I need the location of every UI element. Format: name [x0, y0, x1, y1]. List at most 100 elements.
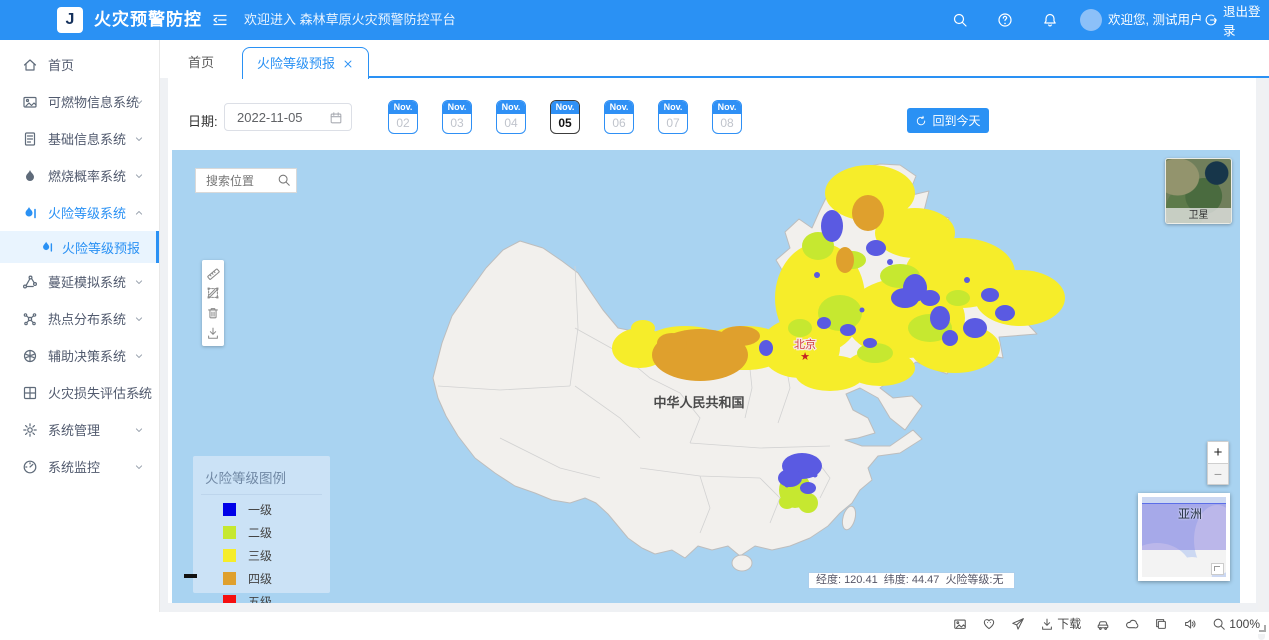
- sidebar-item-label: 系统管理: [48, 420, 100, 439]
- sidebar-item-label: 首页: [48, 55, 74, 74]
- legend-divider: [201, 494, 322, 495]
- chevron-down-icon: [133, 96, 145, 108]
- date-card-02[interactable]: Nov.02: [388, 100, 418, 134]
- welcome-text: 欢迎进入 森林草原火灾预警防控平台: [244, 0, 456, 40]
- overview-minimap[interactable]: 亚洲: [1138, 493, 1230, 581]
- sidebar-item-6[interactable]: 蔓延模拟系统: [0, 263, 159, 300]
- date-input[interactable]: [235, 109, 331, 126]
- logout-button[interactable]: 退出登录: [1204, 0, 1269, 40]
- date-card-06[interactable]: Nov.06: [604, 100, 634, 134]
- tab-首页[interactable]: 首页: [174, 48, 228, 78]
- minimap-label: 亚洲: [1178, 505, 1202, 522]
- sidebar-item-3[interactable]: 基础信息系统: [0, 120, 159, 157]
- flame-icon: [22, 168, 38, 184]
- home-icon: [22, 57, 38, 73]
- close-tab-icon[interactable]: [342, 58, 354, 70]
- sidebar-item-label: 蔓延模拟系统: [48, 272, 126, 291]
- content-area: 首页火险等级预报 日期: Nov.02 Nov.03 Nov.04 Nov.05 Nov…: [160, 40, 1269, 612]
- date-card-07[interactable]: Nov.07: [658, 100, 688, 134]
- avatar[interactable]: [1080, 9, 1102, 31]
- grid-icon: [22, 385, 38, 401]
- country-label: 中华人民共和国: [653, 395, 744, 410]
- date-card-04[interactable]: Nov.04: [496, 100, 526, 134]
- sidebar-item-4[interactable]: 燃烧概率系统: [0, 157, 159, 194]
- sidebar-item-7[interactable]: 热点分布系统: [0, 300, 159, 337]
- sidebar: 首页可燃物信息系统基础信息系统燃烧概率系统火险等级系统火险等级预报蔓延模拟系统热…: [0, 40, 160, 612]
- flame2-icon: [40, 240, 54, 254]
- date-picker[interactable]: [224, 103, 352, 131]
- search-icon[interactable]: [952, 12, 968, 28]
- sidebar-item-label: 辅助决策系统: [48, 346, 126, 365]
- date-card-05[interactable]: Nov.05: [550, 100, 580, 134]
- send-icon[interactable]: [1011, 617, 1025, 631]
- risk-legend: 火险等级图例 一级二级三级四级五级: [193, 456, 330, 593]
- document-icon: [22, 131, 38, 147]
- sidebar-item-label: 可燃物信息系统: [48, 92, 139, 111]
- chevron-down-icon: [133, 424, 145, 436]
- user-greeting: 欢迎您, 测试用户: [1108, 0, 1202, 40]
- scrollbar[interactable]: [1258, 80, 1265, 640]
- sidebar-item-10[interactable]: 系统管理: [0, 411, 159, 448]
- sidebar-item-label: 火险等级系统: [48, 203, 126, 222]
- sidebar-item-9[interactable]: 火灾损失评估系统: [0, 374, 159, 411]
- tab-bar: 首页火险等级预报: [160, 40, 1269, 78]
- cloud-icon[interactable]: [1125, 617, 1139, 631]
- menu-fold-icon[interactable]: [212, 12, 228, 28]
- map-search-box[interactable]: [195, 168, 297, 193]
- zoom-in-button[interactable]: +: [1207, 441, 1229, 464]
- top-header: J 火灾预警防控 欢迎进入 森林草原火灾预警防控平台 欢迎您, 测试用户 退出登…: [0, 0, 1269, 40]
- copy-icon[interactable]: [1154, 617, 1168, 631]
- sticker-icon[interactable]: [982, 617, 996, 631]
- viewer-footer-toolbar: 下载 100%: [0, 612, 1269, 634]
- image-icon: [22, 94, 38, 110]
- chevron-down-icon: [133, 276, 145, 288]
- draw-area-tool-button[interactable]: [202, 283, 224, 303]
- gear-icon: [22, 422, 38, 438]
- sidebar-subitem-label: 火险等级预报: [62, 238, 140, 257]
- sidebar-item-2[interactable]: 可燃物信息系统: [0, 83, 159, 120]
- globe-icon: [22, 348, 38, 364]
- legend-swatch: [223, 549, 236, 562]
- zoom-out-button[interactable]: −: [1207, 464, 1229, 485]
- delete-tool-button[interactable]: [202, 303, 224, 323]
- sidebar-item-8[interactable]: 辅助决策系统: [0, 337, 159, 374]
- bell-icon[interactable]: [1042, 12, 1058, 28]
- calendar-icon[interactable]: [329, 111, 343, 125]
- magnifier-icon[interactable]: [277, 173, 291, 187]
- resize-handle-icon: [1259, 625, 1266, 632]
- sidebar-item-label: 基础信息系统: [48, 129, 126, 148]
- satellite-layer-toggle[interactable]: 卫星: [1165, 158, 1232, 224]
- flame2-icon: [22, 205, 38, 221]
- beijing-star: ★: [800, 351, 810, 363]
- car-icon[interactable]: [1096, 617, 1110, 631]
- chevron-down-icon: [133, 170, 145, 182]
- map-search-input[interactable]: [204, 173, 278, 189]
- mouse-cursor-mark: [184, 574, 197, 578]
- sidebar-subitem-火险等级预报[interactable]: 火险等级预报: [0, 231, 159, 263]
- image-icon[interactable]: [953, 617, 967, 631]
- help-icon[interactable]: [997, 12, 1013, 28]
- sidebar-item-5[interactable]: 火险等级系统: [0, 194, 159, 231]
- speaker-icon[interactable]: [1183, 617, 1197, 631]
- minimap-collapse-button[interactable]: [1211, 563, 1224, 575]
- legend-swatch: [223, 503, 236, 516]
- sidebar-item-1[interactable]: 首页: [0, 46, 159, 83]
- download-icon[interactable]: 下载: [1040, 615, 1081, 632]
- tab-火险等级预报[interactable]: 火险等级预报: [242, 47, 369, 79]
- map-tool-palette: [202, 260, 224, 346]
- legend-item-四级: 四级: [223, 570, 330, 587]
- zoom-icon[interactable]: 100%: [1212, 617, 1260, 631]
- legend-item-三级: 三级: [223, 547, 330, 564]
- measure-tool-button[interactable]: [202, 263, 224, 283]
- hainan-island: [732, 555, 752, 571]
- date-card-03[interactable]: Nov.03: [442, 100, 472, 134]
- legend-swatch: [223, 526, 236, 539]
- map-canvas[interactable]: 中华人民共和国 ★ 北京 火险等级图例 一级二级三级四级五级 卫星: [172, 150, 1240, 603]
- export-tool-button[interactable]: [202, 323, 224, 343]
- back-to-today-button[interactable]: 回到今天: [907, 108, 989, 133]
- app-logo: J: [57, 7, 83, 33]
- date-card-08[interactable]: Nov.08: [712, 100, 742, 134]
- sidebar-item-11[interactable]: 系统监控: [0, 448, 159, 485]
- date-label: 日期:: [188, 111, 218, 130]
- chevron-down-icon: [133, 387, 145, 399]
